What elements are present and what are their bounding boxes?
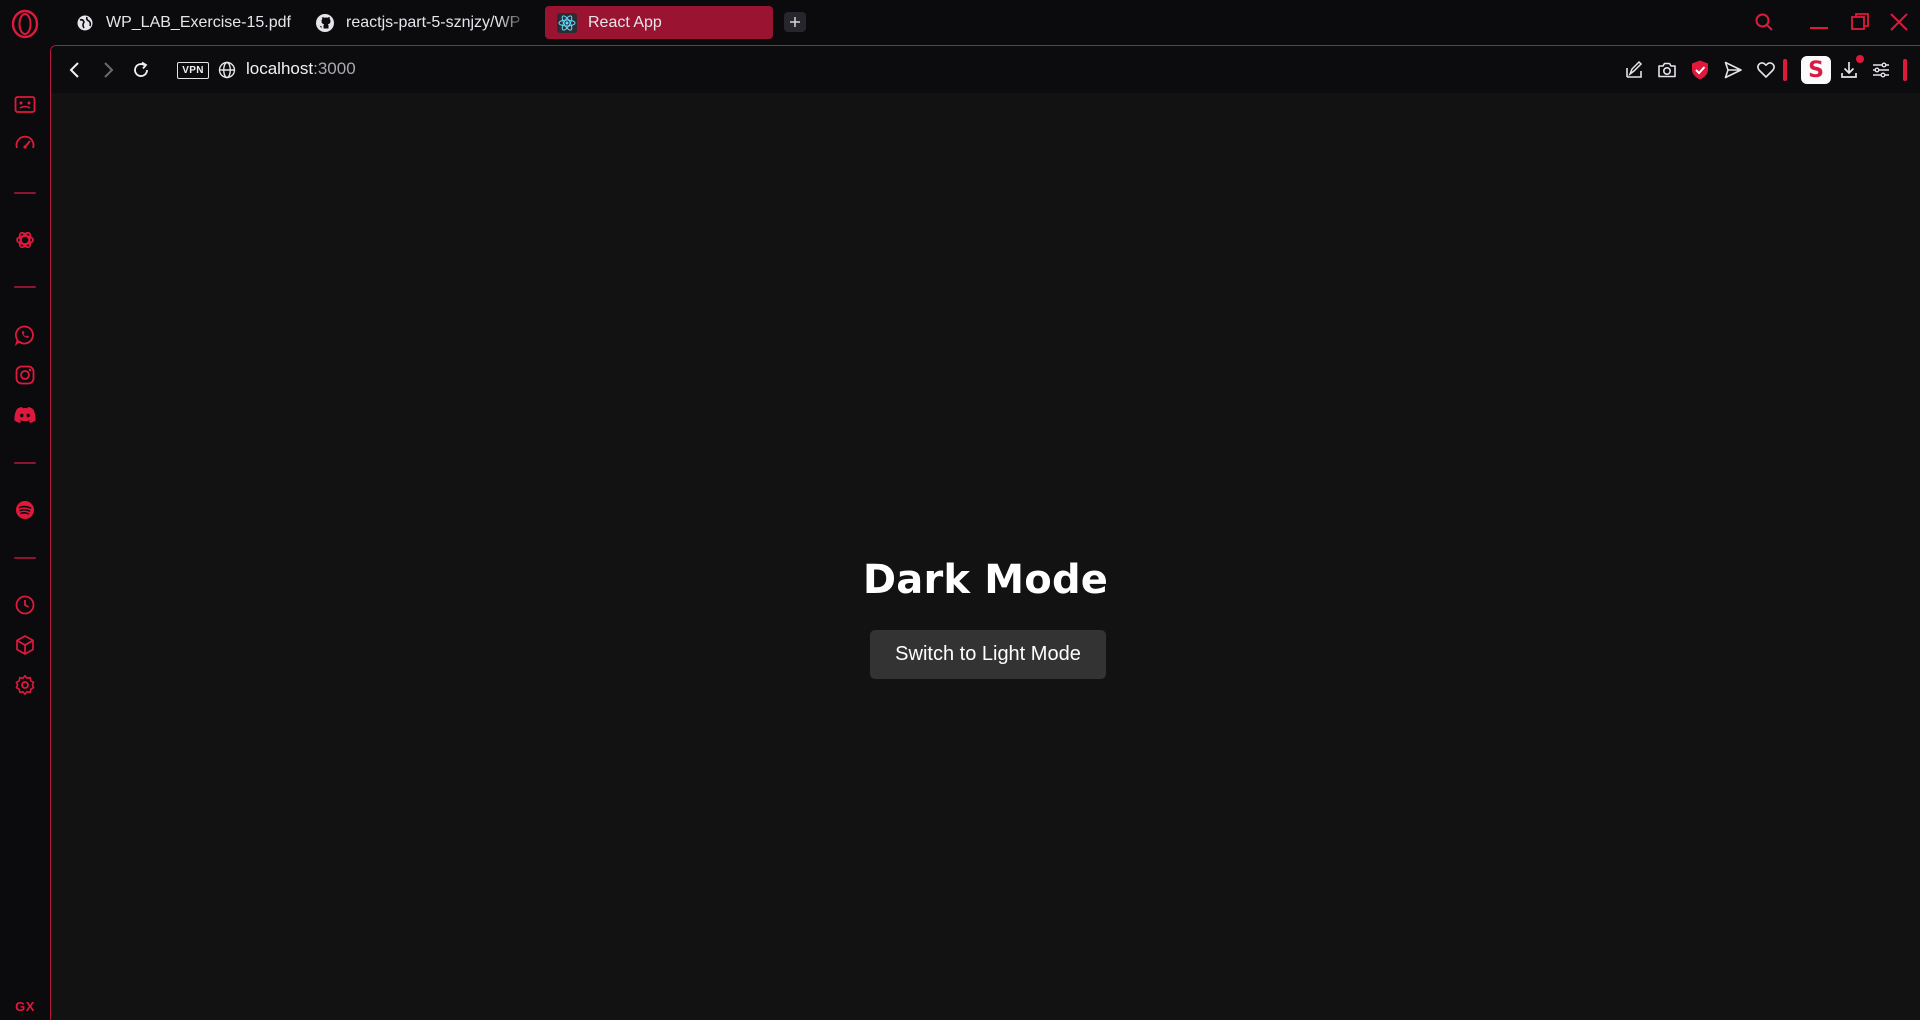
opera-menu-icon[interactable] <box>10 9 40 39</box>
forward-button[interactable] <box>96 58 120 82</box>
url-port: :3000 <box>313 59 356 78</box>
send-icon[interactable] <box>1721 58 1745 82</box>
back-arrow-icon <box>69 62 79 78</box>
camera-icon[interactable] <box>1655 58 1679 82</box>
sidebar-divider <box>14 462 36 464</box>
search-tabs-icon[interactable] <box>1750 8 1778 36</box>
globe-icon <box>75 13 95 33</box>
history-icon[interactable] <box>13 593 37 617</box>
toolbar-edge-marker <box>1903 59 1907 81</box>
forward-arrow-icon <box>104 62 114 78</box>
sidebar-divider <box>14 192 36 194</box>
tab-title: reactjs-part-5-sznjzy/WP <box>346 13 521 31</box>
browser-content-frame: VPN localhost:3000 S Dark Mode Switch to… <box>50 45 1920 1020</box>
restore-icon[interactable] <box>1846 8 1874 36</box>
sidebar: GX <box>0 45 50 1020</box>
gx-corner-icon[interactable] <box>13 93 37 117</box>
back-button[interactable] <box>63 58 87 82</box>
theme-toggle-button[interactable]: Switch to Light Mode <box>870 630 1106 679</box>
snap-icon[interactable] <box>1622 58 1646 82</box>
gx-label[interactable]: GX <box>12 999 38 1014</box>
tab-strip: WP_LAB_Exercise-15.pdf reactjs-part-5-sz… <box>0 0 1920 45</box>
tab-react-app[interactable]: React App <box>545 6 773 39</box>
reload-icon <box>134 61 148 77</box>
speed-dial-icon[interactable] <box>13 133 37 157</box>
tab-title: WP_LAB_Exercise-15.pdf <box>106 13 291 31</box>
heart-icon[interactable] <box>1754 58 1778 82</box>
url-host: localhost <box>246 59 314 78</box>
plus-icon <box>790 17 800 27</box>
vpn-badge[interactable]: VPN <box>177 62 209 79</box>
github-icon <box>315 13 335 33</box>
whatsapp-icon[interactable] <box>13 323 37 347</box>
close-icon[interactable] <box>1885 8 1913 36</box>
reload-button[interactable] <box>129 58 153 82</box>
discord-icon[interactable] <box>13 403 37 427</box>
site-info-globe-icon[interactable] <box>217 60 237 80</box>
chatgpt-icon[interactable] <box>13 228 37 252</box>
new-tab-button[interactable] <box>784 12 806 32</box>
easy-setup-icon[interactable] <box>1869 58 1893 82</box>
minimize-icon[interactable] <box>1805 8 1833 36</box>
tab-title: React App <box>588 13 662 31</box>
sidebar-divider <box>14 557 36 559</box>
extensions-icon[interactable] <box>13 633 37 657</box>
download-notification-dot <box>1856 55 1864 63</box>
browser-window: WP_LAB_Exercise-15.pdf reactjs-part-5-sz… <box>0 0 1920 1020</box>
tab-pdf[interactable]: WP_LAB_Exercise-15.pdf <box>63 6 291 39</box>
tab-github[interactable]: reactjs-part-5-sznjzy/WP <box>303 6 531 39</box>
page-viewport: Dark Mode Switch to Light Mode <box>51 93 1920 1020</box>
adblock-shield-icon[interactable] <box>1688 58 1712 82</box>
react-icon <box>557 12 577 33</box>
extension-s-icon[interactable]: S <box>1801 56 1831 84</box>
address-bar: VPN localhost:3000 S <box>51 46 1920 93</box>
settings-icon[interactable] <box>13 673 37 697</box>
instagram-icon[interactable] <box>13 363 37 387</box>
spotify-icon[interactable] <box>13 498 37 522</box>
sidebar-divider <box>14 286 36 288</box>
toolbar-divider <box>1783 59 1787 81</box>
page-heading: Dark Mode <box>862 557 1109 603</box>
url-field[interactable]: localhost:3000 <box>246 59 356 79</box>
